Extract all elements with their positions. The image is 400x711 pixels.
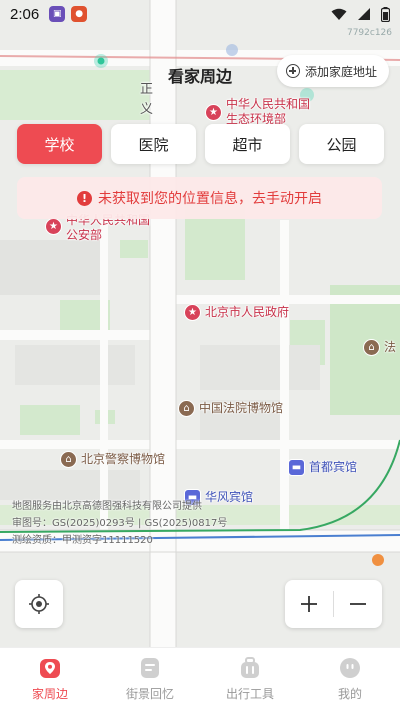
location-warning-banner[interactable]: ! 未获取到您的位置信息，去手动开启 [17,177,382,219]
tab-travel-tools[interactable]: 出行工具 [200,648,300,711]
home-location-icon [40,659,60,678]
add-home-label: 添加家庭地址 [304,64,377,79]
tab-mine[interactable]: 我的 [300,648,400,711]
location-warning-text: 未获取到您的位置信息，去手动开启 [98,191,322,207]
poi-court-museum[interactable]: 中国法院博物馆 [199,401,283,416]
poi-capital-hotel[interactable]: 首都宾馆 [309,460,357,475]
tab-label: 我的 [337,687,362,701]
poi-beijing-gov[interactable]: 北京市人民政府 [205,305,289,320]
alert-icon: ! [77,190,92,206]
tab-label: 出行工具 [225,687,274,701]
poi-police-ministry-line2[interactable]: 公安部 [66,228,102,243]
plus-icon [301,596,317,612]
map-canvas [0,0,400,647]
map-attribution-line: 测绘资质：甲测资字11111520 [12,535,153,546]
museum-pin-icon[interactable]: ⌂ [363,339,380,356]
zoom-in-button[interactable] [285,580,333,628]
tab-label: 家周边 [31,687,68,701]
map-attribution-line: 地图服务由北京高德图强科技有限公司提供 [12,501,202,512]
museum-pin-icon[interactable]: ⌂ [60,451,77,468]
battery-icon [381,6,390,22]
signal-icon [358,8,370,20]
street-label: 义 [140,102,154,117]
suitcase-icon [241,657,259,678]
tab-street-memories[interactable]: 街景回忆 [100,648,200,711]
category-chip-hospital[interactable]: 医院 [111,124,196,164]
tab-label: 街景回忆 [125,687,174,701]
poi-huafeng-hotel[interactable]: 华风宾馆 [205,490,253,505]
poi-fa[interactable]: 法 [384,340,396,355]
hotel-pin-icon[interactable]: ▬ [288,459,305,476]
crosshair-icon [29,594,49,614]
status-bar: 2:06 ▣ ● [0,0,400,28]
add-circle-icon [285,64,300,78]
user-face-icon [340,658,360,678]
document-icon [141,658,159,678]
government-pin-icon[interactable]: ★ [45,218,62,235]
category-chip-park[interactable]: 公园 [299,124,384,164]
government-pin-icon[interactable]: ★ [184,304,201,321]
government-pin-icon[interactable]: ★ [205,104,222,121]
zoom-out-button[interactable] [334,580,382,628]
museum-pin-icon[interactable]: ⌂ [178,400,195,417]
zoom-control [285,580,382,628]
add-home-address-button[interactable]: 添加家庭地址 [276,55,389,87]
category-chips: 学校 医院 超市 公园 [17,124,384,164]
map-attribution-line: 审图号：GS(2025)0293号 | GS(2025)0817号 [12,518,228,529]
locate-me-button[interactable] [15,580,63,628]
map-view[interactable]: 正 义 ★ 中华人民共和国 生态环境部 ★ 中华人民共和国 公安部 ★ 北京市人… [0,0,400,647]
poi-police-museum[interactable]: 北京警察博物馆 [81,452,165,467]
category-chip-school[interactable]: 学校 [17,124,102,164]
status-time: 2:06 [10,5,40,23]
tab-home-surroundings[interactable]: 家周边 [0,648,100,711]
poi-env-ministry-line1[interactable]: 中华人民共和国 [226,97,310,112]
notification-app-icon: ● [71,6,88,22]
bottom-tab-bar: 家周边 街景回忆 出行工具 我的 [0,647,400,711]
wifi-icon [331,8,347,20]
notification-app-icon: ▣ [49,6,66,22]
map-version-code: 7792c126 [346,28,392,38]
minus-icon [350,603,366,605]
category-chip-supermarket[interactable]: 超市 [205,124,290,164]
status-icons [331,6,390,22]
